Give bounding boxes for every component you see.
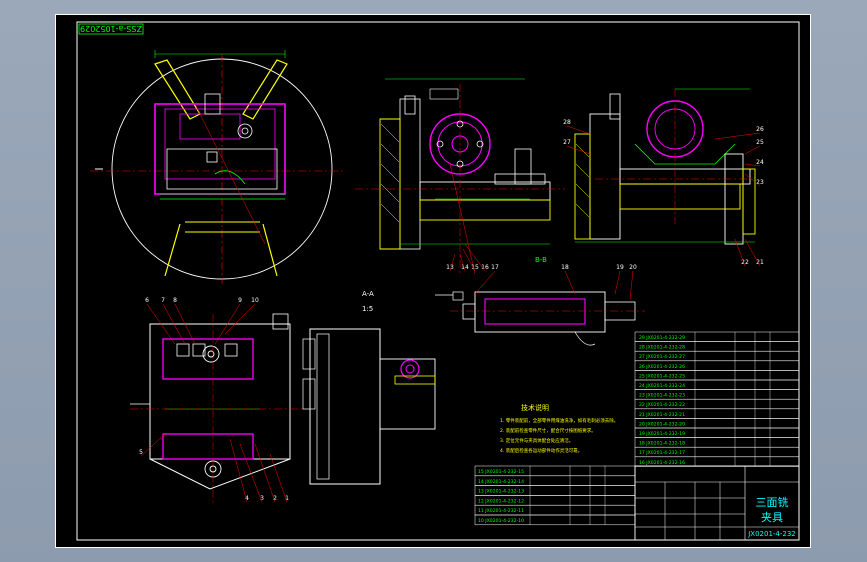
bom-lower-cell: 11 JX0201-4-232-11 bbox=[478, 508, 524, 514]
bom-lower-cell: 15 JX0201-4-232-15 bbox=[478, 469, 524, 475]
balloon-label: 27 bbox=[563, 139, 571, 146]
note-1: 1. 零件装配前，全部零件用煤油洗净，如有毛刺必须去除。 bbox=[500, 417, 618, 424]
bom-cell: 27 JX0201-4-232-27 bbox=[639, 354, 685, 360]
balloon-label: 6 bbox=[145, 297, 149, 304]
balloon-label: 17 bbox=[491, 264, 499, 271]
bom-cell: 20 JX0201-4-232-20 bbox=[639, 421, 685, 427]
scale-label: 1:5 bbox=[362, 305, 373, 313]
bom-cell: 16 JX0201-4-232-16 bbox=[639, 460, 685, 466]
section-view-middle bbox=[355, 78, 565, 275]
technical-notes: 技术说明 1. 零件装配前，全部零件用煤油洗净，如有毛刺必须去除。 2. 装配前… bbox=[500, 403, 618, 454]
drawing-sheet: ZSS-a-1052029 B-B A-A 1:5 技术说明 1. 零件装配前，… bbox=[55, 14, 811, 548]
bom-cell: 17 JX0201-4-232-17 bbox=[639, 450, 685, 456]
balloon-label: 18 bbox=[561, 264, 569, 271]
balloon-label: 24 bbox=[756, 159, 764, 166]
note-3: 3. 定位元件与夹具体配合处应清洁。 bbox=[500, 437, 573, 444]
bom-cell: 29 JX0201-4-232-29 bbox=[639, 335, 685, 341]
bom-cell: 21 JX0201-4-232-21 bbox=[639, 412, 685, 418]
inner-frame bbox=[76, 21, 800, 541]
lower-side-view: A-A 1:5 bbox=[302, 290, 436, 485]
title-block: 三面铣 夹具 JX0201-4-232 bbox=[634, 465, 800, 541]
balloon-label: 4 bbox=[245, 495, 249, 502]
balloon-label: 19 bbox=[616, 264, 624, 271]
bom-cell: 23 JX0201-4-232-23 bbox=[639, 393, 685, 399]
balloon-label: 23 bbox=[756, 179, 764, 186]
bom-cell: 26 JX0201-4-232-26 bbox=[639, 364, 685, 370]
section-label-aa: A-A bbox=[362, 290, 374, 298]
balloon-label: 21 bbox=[756, 259, 764, 266]
stamp-box: ZSS-a-1052029 bbox=[78, 23, 144, 35]
balloon-label: 9 bbox=[238, 297, 242, 304]
bom-lower-cell: 13 JX0201-4-232-13 bbox=[478, 489, 524, 495]
bom-cell: 18 JX0201-4-232-18 bbox=[639, 441, 685, 447]
note-4: 4. 装配后检查各运动部件动作灵活可靠。 bbox=[500, 447, 582, 454]
note-2: 2. 装配前检查零件尺寸，配合尺寸按图纸要求。 bbox=[500, 427, 596, 434]
main-plan-view bbox=[90, 50, 345, 284]
title-text-2: 夹具 bbox=[761, 511, 783, 524]
lower-plan-view bbox=[130, 313, 305, 504]
balloon-label: 8 bbox=[173, 297, 177, 304]
bom-cell: 25 JX0201-4-232-25 bbox=[639, 373, 685, 379]
bom-cell: 22 JX0201-4-232-22 bbox=[639, 402, 685, 408]
side-view-right bbox=[574, 88, 756, 245]
balloon-label: 25 bbox=[756, 139, 764, 146]
balloon-label: 20 bbox=[629, 264, 637, 271]
balloon-label: 28 bbox=[563, 119, 571, 126]
notes-title: 技术说明 bbox=[521, 403, 549, 412]
balloon-label: 22 bbox=[741, 259, 749, 266]
bom-lower-cell: 14 JX0201-4-232-14 bbox=[478, 479, 524, 485]
title-text: 三面铣 bbox=[756, 495, 789, 509]
section-label-bb: B-B bbox=[535, 256, 547, 264]
balloon-label: 7 bbox=[161, 297, 165, 304]
bom-lower: 15 JX0201-4-232-15 14 JX0201-4-232-14 13 J… bbox=[474, 465, 636, 526]
viewport: ZSS-a-1052029 B-B A-A 1:5 技术说明 1. 零件装配前，… bbox=[0, 0, 867, 562]
bom-cell: 24 JX0201-4-232-24 bbox=[639, 383, 685, 389]
bom-lower-cell: 10 JX0201-4-232-10 bbox=[478, 518, 524, 524]
balloon-label: 26 bbox=[756, 126, 764, 133]
balloon-label: 10 bbox=[251, 297, 259, 304]
bom-cell: 19 JX0201-4-232-19 bbox=[639, 431, 685, 437]
cad-drawing: ZSS-a-1052029 B-B A-A 1:5 技术说明 1. 零件装配前，… bbox=[55, 14, 811, 548]
balloon-label: 15 bbox=[471, 264, 479, 271]
outer-frame bbox=[55, 14, 811, 548]
drawing-number: JX0201-4-232 bbox=[747, 530, 796, 538]
bom-upper: 29 JX0201-4-232-29 28 JX0201-4-232-28 27 J… bbox=[634, 331, 800, 467]
bom-cell: 28 JX0201-4-232-28 bbox=[639, 345, 685, 351]
bom-lower-cell: 12 JX0201-4-232-12 bbox=[478, 498, 524, 504]
balloon-label: 14 bbox=[461, 264, 469, 271]
stamp-code: ZSS-a-1052029 bbox=[80, 24, 142, 33]
